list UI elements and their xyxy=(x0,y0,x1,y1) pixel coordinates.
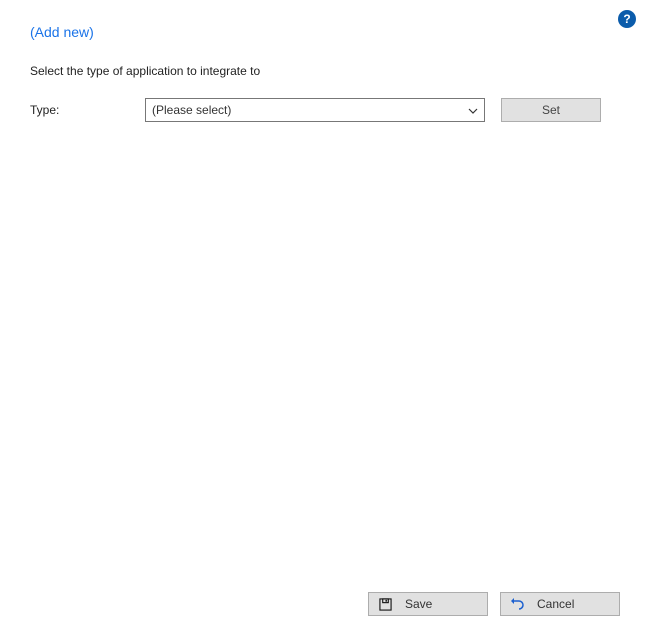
save-icon xyxy=(377,598,393,611)
instruction-text: Select the type of application to integr… xyxy=(30,64,620,78)
type-row: Type: (Please select) Set xyxy=(30,98,620,122)
set-button[interactable]: Set xyxy=(501,98,601,122)
add-new-heading: (Add new) xyxy=(30,24,620,40)
type-select[interactable]: (Please select) xyxy=(145,98,485,122)
help-symbol: ? xyxy=(623,12,630,26)
cancel-button[interactable]: Cancel xyxy=(500,592,620,616)
save-button-label: Save xyxy=(405,597,479,611)
cancel-button-label: Cancel xyxy=(537,597,611,611)
type-select-value: (Please select) xyxy=(152,103,231,117)
type-label: Type: xyxy=(30,103,145,117)
help-icon[interactable]: ? xyxy=(618,10,636,28)
save-button[interactable]: Save xyxy=(368,592,488,616)
set-button-label: Set xyxy=(542,103,560,117)
footer-buttons: Save Cancel xyxy=(368,592,620,616)
chevron-down-icon xyxy=(468,103,478,117)
undo-icon xyxy=(509,598,525,610)
